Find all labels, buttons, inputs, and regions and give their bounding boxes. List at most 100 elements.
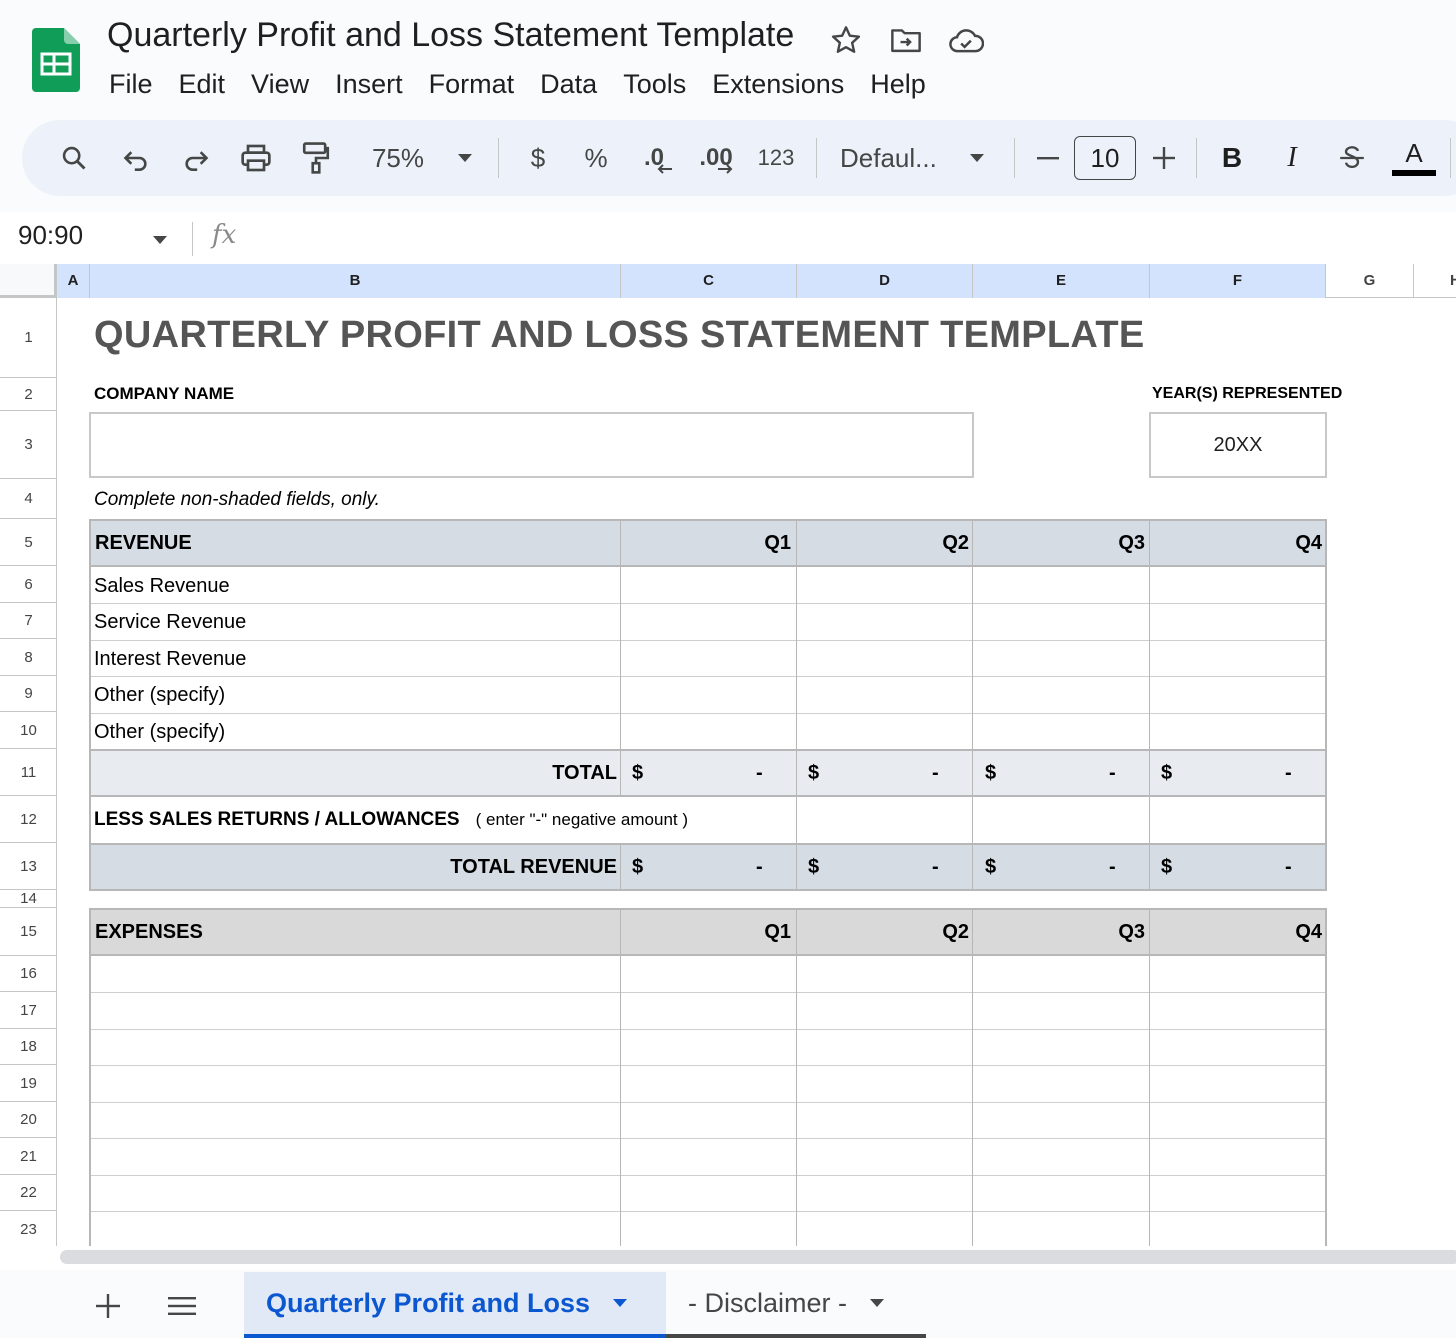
column-header-f[interactable]: F bbox=[1150, 264, 1326, 298]
row-header-6[interactable]: 6 bbox=[0, 566, 57, 603]
bold-button[interactable]: B bbox=[1212, 120, 1252, 196]
row-header-22[interactable]: 22 bbox=[0, 1175, 57, 1211]
revenue-item[interactable]: Interest Revenue bbox=[94, 641, 246, 677]
revenue-q2-header[interactable]: Q2 bbox=[797, 520, 969, 566]
menu-view[interactable]: View bbox=[238, 64, 322, 104]
star-icon[interactable] bbox=[828, 22, 864, 58]
revenue-q1-header[interactable]: Q1 bbox=[621, 520, 791, 566]
text-color-button[interactable]: A bbox=[1392, 120, 1436, 196]
row-header-9[interactable]: 9 bbox=[0, 676, 57, 712]
menu-insert[interactable]: Insert bbox=[322, 64, 416, 104]
italic-button[interactable]: I bbox=[1272, 120, 1312, 196]
move-folder-icon[interactable] bbox=[888, 22, 924, 58]
sheet-tab-disclaimer[interactable]: - Disclaimer - bbox=[666, 1272, 926, 1338]
undo-icon[interactable] bbox=[114, 120, 158, 196]
column-header-h[interactable]: H bbox=[1414, 264, 1456, 298]
row-header-17[interactable]: 17 bbox=[0, 992, 57, 1029]
revenue-item[interactable]: Sales Revenue bbox=[94, 568, 230, 604]
formula-input[interactable] bbox=[260, 218, 1440, 258]
expenses-header[interactable]: EXPENSES bbox=[95, 909, 203, 955]
years-represented-label[interactable]: YEAR(S) REPRESENTED bbox=[1152, 380, 1342, 408]
row-header-11[interactable]: 11 bbox=[0, 749, 57, 796]
cloud-saved-icon[interactable] bbox=[948, 22, 984, 58]
row-header-3[interactable]: 3 bbox=[0, 411, 57, 479]
strikethrough-icon[interactable] bbox=[1332, 120, 1372, 196]
revenue-header[interactable]: REVENUE bbox=[95, 520, 192, 566]
search-menus-icon[interactable] bbox=[52, 120, 96, 196]
total-revenue-label[interactable]: TOTAL REVENUE bbox=[89, 844, 617, 890]
all-sheets-menu-icon[interactable] bbox=[162, 1286, 202, 1326]
sheet-tab-dropdown-icon[interactable] bbox=[869, 1298, 885, 1308]
currency-format-button[interactable]: $ bbox=[518, 120, 558, 196]
menu-file[interactable]: File bbox=[96, 64, 166, 104]
sheet-title[interactable]: QUARTERLY PROFIT AND LOSS STATEMENT TEMP… bbox=[94, 314, 1144, 357]
row-header-4[interactable]: 4 bbox=[0, 479, 57, 519]
row-header-15[interactable]: 15 bbox=[0, 908, 57, 956]
column-header-a[interactable]: A bbox=[57, 264, 90, 298]
horizontal-scrollbar[interactable] bbox=[0, 1246, 1456, 1270]
font-size-input[interactable]: 10 bbox=[1074, 120, 1136, 196]
menu-tools[interactable]: Tools bbox=[610, 64, 699, 104]
sales-returns-row[interactable]: LESS SALES RETURNS / ALLOWANCES ( enter … bbox=[94, 797, 688, 843]
row-header-7[interactable]: 7 bbox=[0, 603, 57, 639]
column-header-g[interactable]: G bbox=[1326, 264, 1414, 298]
decrease-font-size-icon[interactable] bbox=[1028, 120, 1068, 196]
row-header-19[interactable]: 19 bbox=[0, 1065, 57, 1102]
row-header-16[interactable]: 16 bbox=[0, 956, 57, 992]
row-header-23[interactable]: 23 bbox=[0, 1211, 57, 1246]
revenue-item[interactable]: Service Revenue bbox=[94, 604, 246, 640]
column-header-e[interactable]: E bbox=[973, 264, 1150, 298]
revenue-item[interactable]: Other (specify) bbox=[94, 714, 225, 750]
years-represented-input[interactable]: 20XX bbox=[1149, 412, 1327, 478]
row-header-5[interactable]: 5 bbox=[0, 519, 57, 566]
redo-icon[interactable] bbox=[174, 120, 218, 196]
more-formats-button[interactable]: 123 bbox=[754, 120, 798, 196]
revenue-total-label[interactable]: TOTAL bbox=[89, 750, 617, 796]
sheets-logo-icon[interactable] bbox=[32, 28, 80, 92]
print-icon[interactable] bbox=[234, 120, 278, 196]
sheet-tab-dropdown-icon[interactable] bbox=[612, 1298, 628, 1308]
horizontal-scrollbar-thumb[interactable] bbox=[60, 1250, 1456, 1264]
decrease-decimal-button[interactable]: .0 bbox=[634, 120, 674, 196]
paint-format-icon[interactable] bbox=[294, 120, 338, 196]
row-header-20[interactable]: 20 bbox=[0, 1102, 57, 1138]
column-header-c[interactable]: C bbox=[621, 264, 797, 298]
row-header-13[interactable]: 13 bbox=[0, 843, 57, 890]
company-name-label[interactable]: COMPANY NAME bbox=[94, 380, 234, 408]
revenue-q4-header[interactable]: Q4 bbox=[1150, 520, 1322, 566]
increase-font-size-icon[interactable] bbox=[1144, 120, 1184, 196]
company-name-input[interactable] bbox=[89, 412, 974, 478]
font-dropdown-icon[interactable] bbox=[962, 120, 992, 196]
select-all-corner[interactable] bbox=[0, 264, 57, 298]
row-header-18[interactable]: 18 bbox=[0, 1029, 57, 1065]
expenses-q1-header[interactable]: Q1 bbox=[621, 909, 791, 955]
expenses-q4-header[interactable]: Q4 bbox=[1150, 909, 1322, 955]
zoom-value[interactable]: 75% bbox=[358, 120, 438, 196]
menu-edit[interactable]: Edit bbox=[166, 64, 239, 104]
add-sheet-icon[interactable] bbox=[88, 1286, 128, 1326]
row-header-14[interactable]: 14 bbox=[0, 890, 57, 908]
menu-data[interactable]: Data bbox=[527, 64, 610, 104]
menu-help[interactable]: Help bbox=[857, 64, 939, 104]
column-header-d[interactable]: D bbox=[797, 264, 973, 298]
row-header-8[interactable]: 8 bbox=[0, 639, 57, 676]
font-family-select[interactable]: Defaul... bbox=[840, 120, 950, 196]
expenses-q3-header[interactable]: Q3 bbox=[973, 909, 1145, 955]
row-header-12[interactable]: 12 bbox=[0, 796, 57, 843]
menu-format[interactable]: Format bbox=[416, 64, 528, 104]
row-header-10[interactable]: 10 bbox=[0, 712, 57, 749]
expenses-q2-header[interactable]: Q2 bbox=[797, 909, 969, 955]
name-box-dropdown-icon[interactable] bbox=[152, 232, 168, 250]
instructions-note[interactable]: Complete non-shaded fields, only. bbox=[94, 486, 380, 514]
revenue-item[interactable]: Other (specify) bbox=[94, 677, 225, 713]
menu-extensions[interactable]: Extensions bbox=[699, 64, 857, 104]
increase-decimal-button[interactable]: .00 bbox=[694, 120, 738, 196]
column-header-b[interactable]: B bbox=[90, 264, 621, 298]
percent-format-button[interactable]: % bbox=[576, 120, 616, 196]
zoom-dropdown-icon[interactable] bbox=[450, 120, 480, 196]
sheet-tab-quarterly-profit-and-loss[interactable]: Quarterly Profit and Loss bbox=[244, 1272, 666, 1338]
row-header-21[interactable]: 21 bbox=[0, 1138, 57, 1175]
row-header-1[interactable]: 1 bbox=[0, 298, 57, 378]
document-title[interactable]: Quarterly Profit and Loss Statement Temp… bbox=[107, 16, 794, 55]
revenue-q3-header[interactable]: Q3 bbox=[973, 520, 1145, 566]
